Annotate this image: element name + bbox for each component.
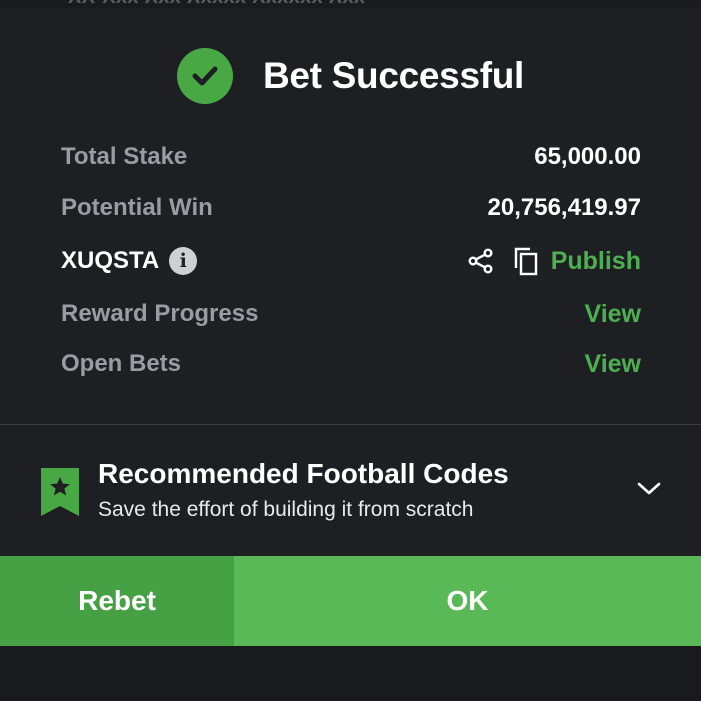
open-bets-view-link[interactable]: View [584,350,641,379]
booking-code: XUQSTA i [61,247,198,275]
check-circle-icon [176,48,233,104]
bookmark-star-icon [41,468,79,521]
booking-code-row: XUQSTA i Publish [61,246,641,276]
recommended-subtitle: Save the effort of building it from scra… [98,498,474,521]
ok-button[interactable]: OK [234,556,701,646]
total-stake-row: Total Stake 65,000.00 [61,142,641,172]
booking-actions: Publish [467,246,641,276]
top-strip-text: XX-Xxx Xxx Xxxxx Xxxxxx Xxx [68,0,365,9]
recommended-title: Recommended Football Codes [98,458,509,489]
top-strip: XX-Xxx Xxx Xxxxx Xxxxxx Xxx [0,0,701,8]
bet-success-header: Bet Successful [0,44,701,108]
open-bets-label: Open Bets [61,350,182,377]
page-title: Bet Successful [262,55,525,96]
reward-progress-label: Reward Progress [61,300,259,327]
total-stake-value: 65,000.00 [534,143,641,170]
potential-win-value: 20,756,419.97 [487,194,641,221]
potential-win-label: Potential Win [61,194,213,221]
publish-button[interactable]: Publish [551,247,641,276]
potential-win-row: Potential Win 20,756,419.97 [61,193,641,223]
share-icon[interactable] [467,247,495,275]
rebet-button[interactable]: Rebet [0,556,234,646]
copy-icon[interactable] [513,246,539,276]
booking-code-text: XUQSTA [61,247,160,274]
chevron-down-icon[interactable] [636,481,662,502]
footer-area [0,646,701,701]
total-stake-label: Total Stake [61,143,188,170]
info-icon[interactable]: i [169,247,198,275]
open-bets-row: Open Bets View [61,349,641,379]
action-buttons: Rebet OK [0,556,701,646]
recommended-codes-panel[interactable]: Recommended Football Codes Save the effo… [0,425,701,555]
reward-progress-view-link[interactable]: View [584,300,641,329]
reward-progress-row: Reward Progress View [61,299,641,329]
